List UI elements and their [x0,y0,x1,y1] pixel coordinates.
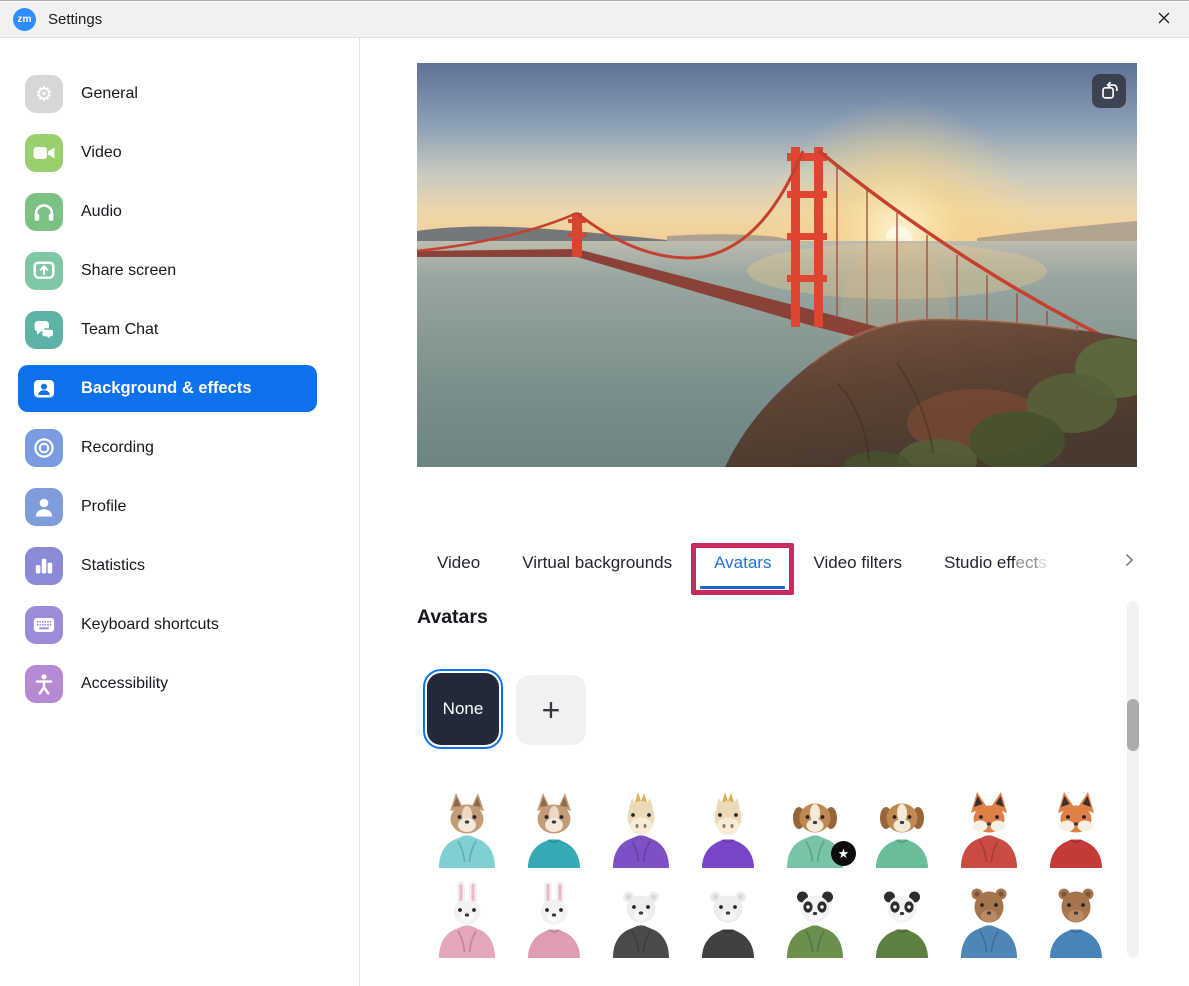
keyboard-icon [25,606,63,644]
sidebar-item-label: Profile [81,498,126,516]
sidebar-item-keyboard-shortcuts[interactable]: Keyboard shortcuts [0,595,359,654]
tab-label-part: ect [1016,553,1039,572]
avatars-section-heading: Avatars [417,606,488,629]
sidebar-item-label: Share screen [81,262,176,280]
sidebar-item-label: Keyboard shortcuts [81,616,219,634]
avatar-grid: ★ [423,780,1123,960]
svg-text:⚙: ⚙ [35,82,53,106]
sidebar-item-label: Recording [81,439,154,457]
sidebar-item-profile[interactable]: Profile [0,477,359,536]
bar-chart-icon [25,547,63,585]
sidebar-item-label: Accessibility [81,675,168,693]
sidebar-item-share-screen[interactable]: Share screen [0,241,359,300]
avatar-thumbnail-rabbit-tshirt[interactable] [510,870,597,960]
accessibility-icon [25,665,63,703]
sidebar-item-background-effects[interactable]: Background & effects [18,365,317,412]
sidebar-item-label: Background & effects [81,379,252,398]
settings-sidebar: ⚙ General Video Audio Share screen Team Chat B… [0,38,360,986]
sidebar-item-label: Video [81,144,122,162]
sidebar-item-team-chat[interactable]: Team Chat [0,300,359,359]
sidebar-list: ⚙ General Video Audio Share screen Team Chat B… [0,64,359,713]
zoom-app-icon: zm [13,8,36,31]
tab-studio-effects[interactable]: Studio effects [942,541,1049,573]
avatar-thumbnail-polar-bear-hoodie[interactable] [597,870,684,960]
avatar-none-button[interactable]: None [427,673,499,745]
avatar-thumbnail-horse-hoodie[interactable] [597,780,684,870]
background-effects-tabs: Video Virtual backgrounds Avatars Video fil… [435,541,1049,599]
rotate-preview-button[interactable] [1092,74,1126,108]
active-tab-underline [700,586,785,589]
tab-label-part: s [1038,553,1047,572]
avatar-thumbnail-fox-hoodie[interactable] [945,780,1032,870]
sidebar-item-label: General [81,85,138,103]
avatar-thumbnail-rabbit-hoodie[interactable] [423,870,510,960]
window-title: Settings [48,11,102,28]
plus-icon: + [542,692,561,729]
headphones-icon [25,193,63,231]
star-badge: ★ [831,841,856,866]
preview-image [417,63,1137,467]
sidebar-item-accessibility[interactable]: Accessibility [0,654,359,713]
avatar-thumbnail-panda-tshirt[interactable] [858,870,945,960]
share-screen-icon [25,252,63,290]
avatar-thumbnail-corgi-tshirt[interactable] [510,780,597,870]
tab-video-filters[interactable]: Video filters [811,541,904,573]
sidebar-item-statistics[interactable]: Statistics [0,536,359,595]
more-tabs-button[interactable] [1117,550,1141,574]
avatar-thumbnail-polar-bear-tshirt[interactable] [684,870,771,960]
close-button[interactable] [1147,4,1181,36]
chevron-right-icon [1120,551,1138,574]
sidebar-item-label: Team Chat [81,321,158,339]
record-circle-icon [25,429,63,467]
golden-gate-scene [417,63,1137,467]
add-avatar-button[interactable]: + [516,675,586,745]
avatar-thumbnail-dog-tshirt[interactable] [858,780,945,870]
rotate-icon [1098,80,1120,102]
sidebar-item-general[interactable]: ⚙ General [0,64,359,123]
scrollbar-track[interactable] [1127,601,1139,958]
avatar-thumbnail-horse-tshirt[interactable] [684,780,771,870]
tab-avatars[interactable]: Avatars [712,541,773,573]
avatar-thumbnail-beaver-tshirt[interactable] [1032,870,1119,960]
avatar-thumbnail-fox-tshirt[interactable] [1032,780,1119,870]
none-label: None [443,699,484,719]
tab-virtual-backgrounds[interactable]: Virtual backgrounds [520,541,674,573]
sidebar-item-recording[interactable]: Recording [0,418,359,477]
tab-label-part: Studio eff [944,553,1016,572]
avatar-thumbnail-panda-hoodie[interactable] [771,870,858,960]
sidebar-item-video[interactable]: Video [0,123,359,182]
sidebar-item-audio[interactable]: Audio [0,182,359,241]
video-camera-icon [25,134,63,172]
person-card-icon [25,370,63,408]
gear-icon: ⚙ [25,75,63,113]
close-icon [1154,8,1174,33]
chat-bubbles-icon [25,311,63,349]
person-icon [25,488,63,526]
tab-video[interactable]: Video [435,541,482,573]
scrollbar-thumb[interactable] [1127,699,1139,751]
main-content: Video Virtual backgrounds Avatars Video fil… [361,38,1189,986]
avatar-thumbnail-beaver-hoodie[interactable] [945,870,1032,960]
sidebar-item-label: Audio [81,203,122,221]
sidebar-item-label: Statistics [81,557,145,575]
title-bar: zm Settings [0,2,1189,38]
avatar-thumbnail-corgi-hoodie[interactable] [423,780,510,870]
avatar-thumbnail-dog-hoodie[interactable]: ★ [771,780,858,870]
